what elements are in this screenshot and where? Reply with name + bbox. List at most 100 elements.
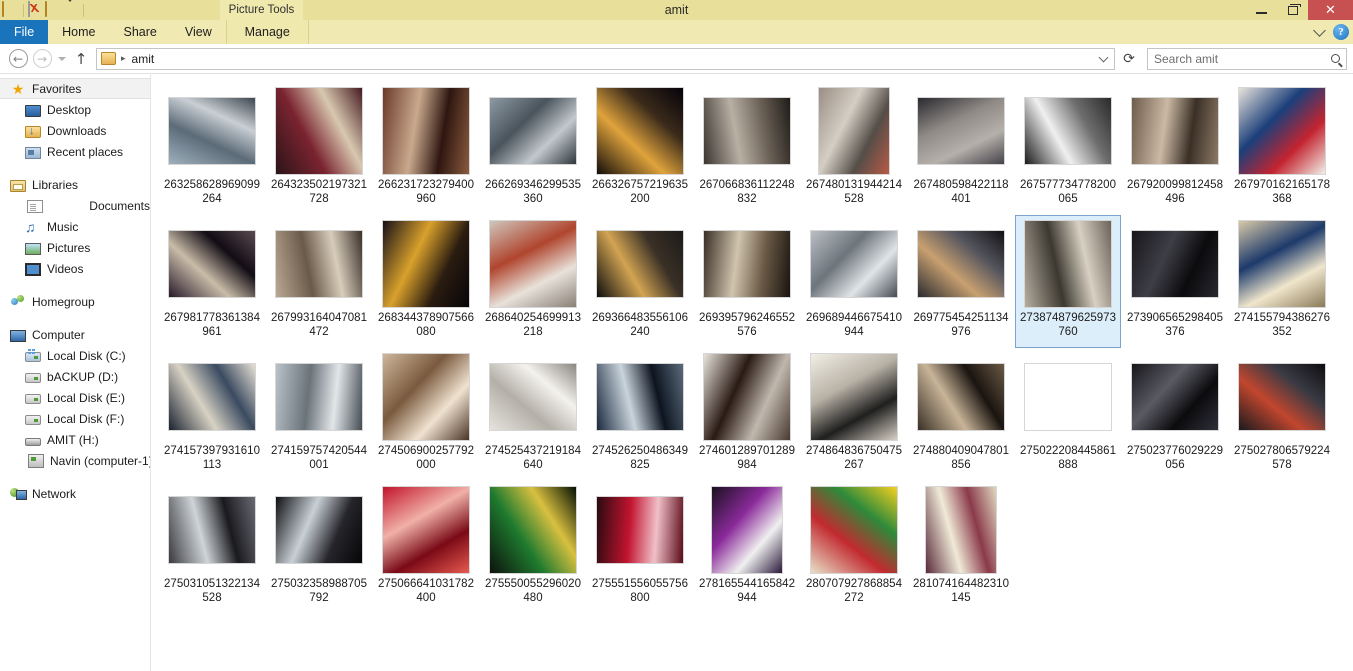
ribbon-right-controls: ? [1313, 20, 1349, 44]
file-tile[interactable]: 274525437219184640 [480, 348, 586, 481]
file-tile[interactable]: 263258628969099264 [159, 82, 265, 215]
sidebar-item-computer[interactable]: Computer [0, 324, 150, 345]
file-tile[interactable]: 267970162165178368 [1229, 82, 1335, 215]
sidebar-item-music[interactable]: ♫ Music [0, 216, 150, 237]
back-button[interactable]: ← [6, 47, 30, 71]
qat-divider [23, 3, 24, 17]
sidebar-item-favorites[interactable]: ★ Favorites [0, 78, 150, 99]
file-tile[interactable]: 269689446675410944 [801, 215, 907, 348]
sidebar-item-navin-computer-1[interactable]: Navin (computer-1) [0, 450, 150, 471]
computer-icon [10, 329, 26, 342]
file-tile[interactable]: 275022208445861888 [1015, 348, 1121, 481]
photo-thumbnail [703, 97, 791, 165]
file-name-label: 266269346299535360 [485, 179, 581, 205]
file-tile[interactable]: 275550055296020480 [480, 481, 586, 614]
file-tile[interactable]: 267480131944214528 [801, 82, 907, 215]
folder-icon [101, 52, 116, 65]
minimize-button[interactable] [1246, 0, 1277, 20]
close-button[interactable]: ✕ [1308, 0, 1353, 20]
file-tile[interactable]: 273906565298405376 [1122, 215, 1228, 348]
tab-home[interactable]: Home [48, 20, 109, 44]
recent-places-icon [25, 146, 41, 159]
file-tile[interactable]: 274157397931610113 [159, 348, 265, 481]
file-tile[interactable]: 268344378907566080 [373, 215, 479, 348]
sidebar-item-downloads[interactable]: Downloads [0, 120, 150, 141]
sidebar-item-backup-d[interactable]: bACKUP (D:) [0, 366, 150, 387]
help-icon[interactable]: ? [1333, 24, 1349, 40]
sidebar-item-label: Recent places [47, 144, 124, 159]
sidebar-item-pictures[interactable]: Pictures [0, 237, 150, 258]
sidebar-item-network[interactable]: Network [0, 483, 150, 504]
maximize-button[interactable] [1277, 0, 1308, 20]
file-tile[interactable]: 275066641031782400 [373, 481, 479, 614]
file-tile[interactable]: 267480598422118401 [908, 82, 1014, 215]
recent-locations-dropdown-icon[interactable] [54, 47, 70, 71]
file-name-label: 267970162165178368 [1234, 179, 1330, 205]
sidebar-item-documents[interactable]: Documents [0, 195, 150, 216]
file-list-pane[interactable]: 263258628969099264 264323502197321728 2662… [151, 74, 1353, 671]
file-tile[interactable]: 269395796246552576 [694, 215, 800, 348]
file-tile[interactable]: 268640254699913218 [480, 215, 586, 348]
search-input[interactable] [1154, 51, 1327, 66]
file-tile[interactable]: 266231723279400960 [373, 82, 479, 215]
file-name-label: 273874879625973760 [1020, 312, 1116, 338]
sidebar-item-videos[interactable]: Videos [0, 258, 150, 279]
sidebar-item-local-disk-c[interactable]: Local Disk (C:) [0, 345, 150, 366]
forward-button[interactable]: → [30, 47, 54, 71]
explorer-icon[interactable] [2, 0, 19, 19]
tab-share[interactable]: Share [110, 20, 171, 44]
file-tile[interactable]: 274526250486349825 [587, 348, 693, 481]
file-tile[interactable]: 274155794386276352 [1229, 215, 1335, 348]
sidebar-item-amit-h[interactable]: AMIT (H:) [0, 429, 150, 450]
file-tile[interactable]: 269366483556106240 [587, 215, 693, 348]
file-tile[interactable]: 267577734778200065 [1015, 82, 1121, 215]
thumbnail-wrapper [487, 486, 579, 574]
new-folder-icon[interactable] [45, 0, 62, 19]
file-tile[interactable]: 275027806579224578 [1229, 348, 1335, 481]
file-tile[interactable]: 275031051322134528 [159, 481, 265, 614]
chevron-down-icon[interactable] [1313, 23, 1326, 37]
thumbnail-wrapper [808, 220, 900, 308]
file-tile[interactable]: 274864836750475267 [801, 348, 907, 481]
file-tile[interactable]: 275551556055756800 [587, 481, 693, 614]
up-button[interactable]: ↑ [70, 47, 92, 71]
breadcrumb[interactable]: ▸ amit [96, 47, 1115, 70]
sidebar-item-local-disk-e[interactable]: Local Disk (E:) [0, 387, 150, 408]
file-tile[interactable]: 267920099812458496 [1122, 82, 1228, 215]
file-tile[interactable]: 275032358988705792 [266, 481, 372, 614]
file-tile[interactable]: 267993164047081472 [266, 215, 372, 348]
file-tile[interactable]: 267981778361384961 [159, 215, 265, 348]
file-tile[interactable]: 274601289701289984 [694, 348, 800, 481]
tab-view[interactable]: View [171, 20, 226, 44]
file-tile[interactable]: 264323502197321728 [266, 82, 372, 215]
file-tile[interactable]: 269775454251134976 [908, 215, 1014, 348]
file-name-label: 275551556055756800 [592, 578, 688, 604]
file-tile[interactable]: 266326757219635200 [587, 82, 693, 215]
file-tile[interactable]: 274880409047801856 [908, 348, 1014, 481]
properties-icon[interactable] [28, 0, 45, 19]
file-tile[interactable]: 280707927868854272 [801, 481, 907, 614]
sidebar-item-desktop[interactable]: Desktop [0, 99, 150, 120]
file-tile[interactable]: 274159757420544001 [266, 348, 372, 481]
tab-file[interactable]: File [0, 20, 49, 44]
file-grid: 263258628969099264 264323502197321728 2662… [159, 82, 1349, 614]
sidebar-item-local-disk-f[interactable]: Local Disk (F:) [0, 408, 150, 429]
tab-manage[interactable]: Manage [225, 20, 309, 44]
file-tile[interactable]: 275023776029229056 [1122, 348, 1228, 481]
file-tile-selected[interactable]: 273874879625973760 [1015, 215, 1121, 348]
file-name-label: 273906565298405376 [1127, 312, 1223, 338]
file-tile[interactable]: 266269346299535360 [480, 82, 586, 215]
file-tile[interactable]: 274506900257792000 [373, 348, 479, 481]
file-tile[interactable]: 278165544165842944 [694, 481, 800, 614]
file-tile[interactable]: 281074164482310145 [908, 481, 1014, 614]
history-dropdown-icon[interactable] [1092, 49, 1114, 69]
sidebar-item-homegroup[interactable]: Homegroup [0, 291, 150, 312]
search-box[interactable] [1147, 47, 1347, 70]
search-icon[interactable] [1331, 54, 1340, 63]
thumbnail-wrapper [487, 87, 579, 175]
sidebar-item-recent-places[interactable]: Recent places [0, 141, 150, 162]
refresh-icon[interactable]: ⟳ [1117, 48, 1141, 70]
sidebar-item-libraries[interactable]: Libraries [0, 174, 150, 195]
file-tile[interactable]: 267066836112248832 [694, 82, 800, 215]
customize-qat-dropdown-icon[interactable] [62, 0, 79, 19]
